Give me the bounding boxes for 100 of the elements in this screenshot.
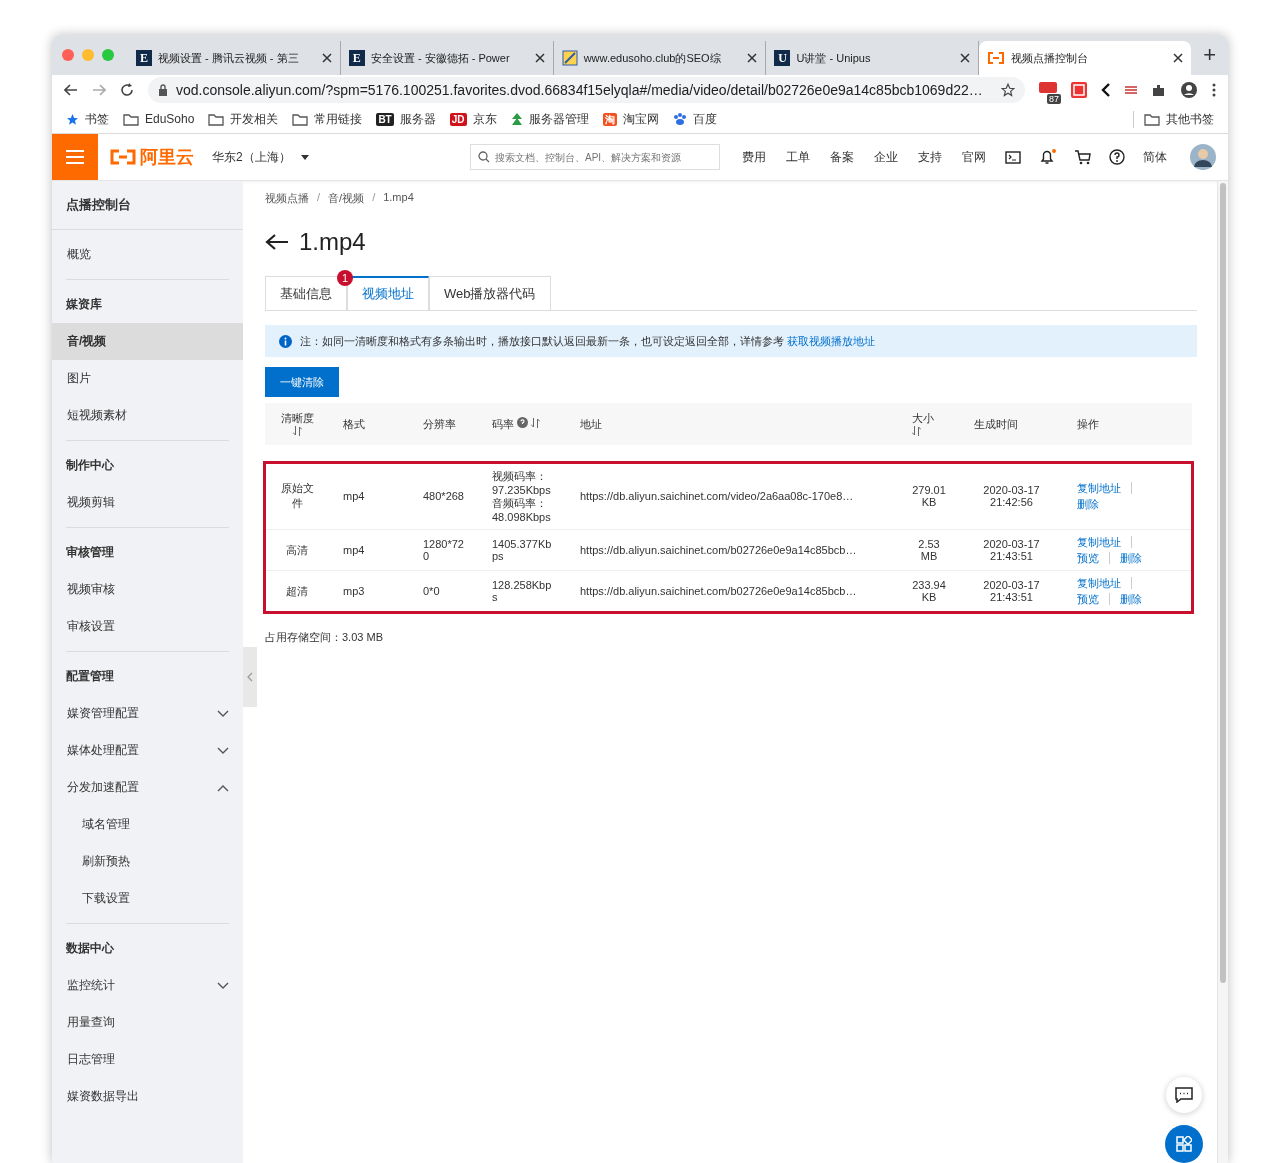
nav-link[interactable]: 备案 [820, 148, 864, 166]
bookmark[interactable]: 书签 [66, 110, 109, 128]
nav-link[interactable]: 支持 [908, 148, 952, 166]
bookmark[interactable]: EduSoho [123, 112, 195, 126]
sidebar-section-title: 媒资库 [66, 296, 103, 313]
table-cell: 视频码率：97.235Kbps 音频码率：48.098Kbps [492, 470, 551, 523]
table-cell: 0*0 [423, 585, 440, 597]
language-menu[interactable]: 简体 [1143, 148, 1167, 166]
sidebar-item[interactable]: 视频剪辑 [52, 484, 243, 521]
sidebar-item[interactable]: 媒资管理配置 [52, 695, 243, 732]
sidebar-item[interactable]: 概览 [52, 236, 243, 273]
column-header: 格式 [343, 417, 365, 430]
bookmark-label: 开发相关 [230, 110, 279, 128]
sidebar-title: 点播控制台 [52, 181, 243, 230]
breadcrumb-item[interactable]: 音/视频 [328, 191, 365, 206]
bookmark-label: 百度 [692, 110, 717, 128]
address-bar[interactable]: vod.console.aliyun.com/?spm=5176.100251.favorites.dvod.66834f15elyqla#/media/video/detail/b02726e0e9a14c85bcb1069d22… [148, 77, 1025, 103]
sidebar-section-title: 配置管理 [66, 668, 115, 685]
sidebar-item[interactable]: 日志管理 [52, 1041, 243, 1078]
nav-link[interactable]: 企业 [864, 148, 908, 166]
sidebar-item[interactable]: 短视频素材 [52, 397, 243, 434]
notice-text: 注：如同一清晰度和格式有多条输出时，播放接口默认返回最新一条，也可设定返回全部，详情参考 获取视频播放地址 [300, 333, 876, 349]
table-cell: 128.258Kbps [492, 579, 552, 603]
sidebar-section-title: 数据中心 [66, 940, 115, 957]
bookmark-label: 书签 [85, 110, 109, 128]
tab[interactable]: 视频地址 [347, 276, 429, 310]
sidebar-item[interactable]: 图片 [52, 360, 243, 397]
table-cell: 原始文件 [280, 482, 314, 509]
bookmark[interactable]: BT 服务器 [376, 110, 436, 128]
table-cell: 超清 [286, 584, 308, 597]
table-cell: 1280*720 [423, 538, 464, 562]
table-cell: 279.01 KB [912, 484, 946, 508]
bookmark-favicon: JD [449, 112, 467, 126]
clear-all-button[interactable]: 一键清除 [265, 367, 339, 397]
table-cell: 2.53 MB [918, 538, 940, 562]
browser-tab[interactable]: E 安全设置 - 安徽德拓 - Power [340, 41, 554, 75]
browser-tab[interactable]: 视频点播控制台 [979, 41, 1192, 75]
browser-tab[interactable]: www.edusoho.club的SEO综 [553, 41, 767, 75]
region-selector[interactable]: 华东2（上海） [212, 148, 309, 166]
notice-link[interactable]: 获取视频播放地址 [787, 334, 876, 347]
search-field[interactable]: 搜索文档、控制台、API、解决方案和资源 [470, 144, 720, 170]
table-cell: mp3 [343, 585, 365, 597]
nav-link[interactable]: 工单 [776, 148, 820, 166]
action-link[interactable]: 复制地址 [1077, 536, 1132, 548]
bookmark[interactable]: 服务器管理 [510, 110, 589, 128]
sidebar-section-title: 审核管理 [66, 544, 115, 561]
breadcrumb-separator: / [372, 191, 376, 205]
table-cell: 高清 [286, 543, 308, 556]
browser-tab[interactable]: E 视频设置 - 腾讯云视频 - 第三 [128, 41, 341, 75]
sidebar-item[interactable]: 用量查询 [52, 1004, 243, 1041]
sidebar-item[interactable]: 音/视频 [52, 323, 243, 360]
nav-link[interactable]: 官网 [952, 148, 996, 166]
sidebar-item[interactable]: 监控统计 [52, 967, 243, 1004]
sidebar-item[interactable]: 分发加速配置 [52, 769, 243, 806]
favicon: E [136, 50, 152, 66]
bookmark[interactable]: JD 京东 [449, 110, 497, 128]
action-link[interactable]: 复制地址 [1077, 482, 1132, 494]
bookmark-label: 其他书签 [1166, 110, 1214, 128]
page-title: 1.mp4 [299, 228, 366, 256]
column-header: 分辨率 [423, 417, 456, 430]
action-link[interactable]: 删除 [1120, 552, 1152, 564]
action-link[interactable]: 删除 [1120, 593, 1152, 605]
logo-text: 阿里云 [140, 146, 194, 169]
column-header: 清晰度 [280, 411, 314, 424]
nav-link[interactable]: 费用 [732, 148, 776, 166]
table-cell: 2020-03-17 21:42:56 [983, 484, 1040, 508]
column-header: 操作 [1077, 417, 1099, 430]
sidebar-item[interactable]: 视频审核 [52, 571, 243, 608]
bookmark[interactable]: 淘 淘宝网 [602, 110, 659, 128]
sidebar-item[interactable]: 下载设置 [52, 880, 243, 917]
table-cell: 480*268 [423, 490, 464, 502]
table-cell: https://db.aliyun.saichinet.com/video/2a6aa08c-170e8… [580, 490, 854, 502]
column-header: 地址 [580, 417, 602, 430]
favicon: U [774, 50, 791, 66]
table-cell: 2020-03-17 21:43:51 [983, 538, 1040, 562]
sidebar-item[interactable]: 刷新预热 [52, 843, 243, 880]
bookmark[interactable]: 百度 [672, 110, 717, 128]
favicon: E [348, 50, 365, 66]
other-bookmarks[interactable]: 其他书签 [1133, 110, 1214, 128]
table-cell: https://db.aliyun.saichinet.com/b02726e0e9a14c85bcb… [580, 544, 857, 556]
sidebar-item[interactable]: 域名管理 [52, 806, 243, 843]
tab[interactable]: Web播放器代码 [429, 276, 551, 310]
annotation-badge: 1 [337, 270, 353, 286]
breadcrumb-separator: / [317, 191, 321, 205]
breadcrumb-item[interactable]: 视频点播 [265, 191, 309, 206]
action-link[interactable]: 预览 [1077, 552, 1110, 564]
browser-tab[interactable]: U U讲堂 - Unipus [766, 41, 980, 75]
sidebar-item[interactable]: 媒体处理配置 [52, 732, 243, 769]
action-link[interactable]: 复制地址 [1077, 577, 1132, 589]
action-link[interactable]: 删除 [1077, 498, 1109, 510]
sidebar-item[interactable]: 媒资数据导出 [52, 1078, 243, 1115]
bookmark-favicon: 淘 [602, 112, 617, 126]
action-link[interactable]: 预览 [1077, 593, 1110, 605]
sidebar-item[interactable]: 审核设置 [52, 608, 243, 645]
bookmark-label: 服务器管理 [528, 110, 589, 128]
bookmark[interactable]: 开发相关 [208, 110, 279, 128]
table-cell: 2020-03-17 21:43:51 [983, 579, 1040, 603]
bookmark[interactable]: 常用链接 [292, 110, 363, 128]
new-tab-button[interactable]: + [1191, 42, 1228, 68]
sidebar-section-title: 制作中心 [66, 457, 115, 474]
